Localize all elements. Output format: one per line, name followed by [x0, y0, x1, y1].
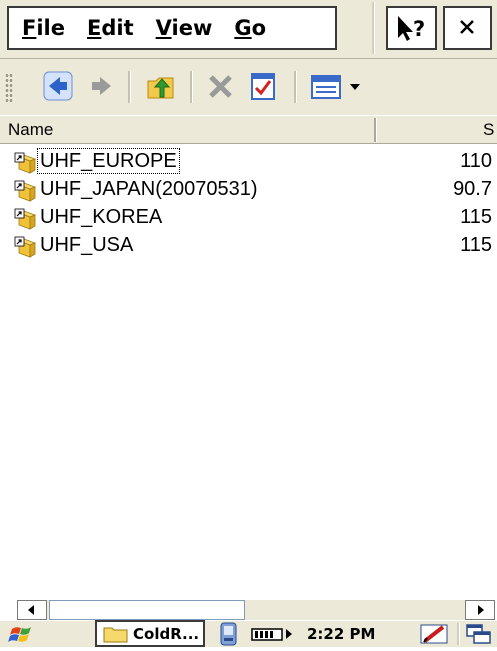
- menu-separator: [372, 2, 375, 54]
- menu-bar: File Edit View Go ?: [0, 0, 497, 59]
- taskbar: ColdR... 2:22 PM: [0, 620, 497, 647]
- device-tray-button[interactable]: [215, 621, 243, 647]
- input-panel-button[interactable]: [417, 621, 453, 647]
- file-name: UHF_KOREA: [40, 206, 163, 228]
- column-divider[interactable]: [374, 118, 377, 142]
- file-list: UHF_EUROPE 110 UHF_JAPAN(20070531) 90.7 …: [0, 144, 497, 599]
- arrow-right-icon: [478, 605, 484, 615]
- close-button[interactable]: [443, 6, 492, 50]
- taskbar-separator: [457, 623, 460, 645]
- toolbar-separator: [294, 71, 297, 103]
- folder-up-button[interactable]: [140, 67, 182, 105]
- battery-tray-button[interactable]: [250, 621, 305, 647]
- list-item[interactable]: UHF_JAPAN(20070531) 90.7: [0, 175, 497, 203]
- scroll-right-button[interactable]: [465, 600, 495, 620]
- menu-box: File Edit View Go: [7, 6, 337, 50]
- menu-file[interactable]: File: [22, 16, 65, 40]
- delete-icon: [209, 75, 232, 98]
- column-header-size[interactable]: S: [483, 120, 494, 140]
- file-name: UHF_JAPAN(20070531): [40, 178, 258, 200]
- shortcut-folder-icon: [14, 208, 37, 230]
- task-button[interactable]: ColdR...: [95, 620, 205, 647]
- menu-edit[interactable]: Edit: [87, 16, 134, 40]
- task-label: ColdR...: [133, 625, 200, 643]
- scroll-left-button[interactable]: [17, 600, 47, 620]
- view-menu-button[interactable]: [306, 67, 366, 105]
- file-size: 115: [460, 206, 492, 228]
- shortcut-folder-icon: [14, 180, 37, 202]
- clock[interactable]: 2:22 PM: [307, 625, 375, 643]
- shortcut-folder-icon: [14, 152, 37, 174]
- horizontal-scrollbar[interactable]: [17, 599, 495, 620]
- toolbar-separator: [128, 71, 131, 103]
- scroll-thumb[interactable]: [49, 600, 245, 620]
- close-icon: [460, 20, 474, 34]
- start-button[interactable]: [4, 621, 44, 647]
- window-switch-icon: [466, 624, 491, 644]
- list-item[interactable]: UHF_KOREA 115: [0, 203, 497, 231]
- windows-flag-icon: [8, 627, 31, 642]
- file-size: 90.7: [453, 178, 492, 200]
- help-button[interactable]: ?: [386, 6, 437, 50]
- back-icon: [43, 71, 73, 101]
- menu-go[interactable]: Go: [234, 16, 266, 40]
- list-header: Name S: [0, 115, 497, 144]
- file-name: UHF_EUROPE: [37, 148, 180, 174]
- file-size: 115: [460, 234, 492, 256]
- view-menu-icon: [311, 75, 360, 99]
- toolbar-grip[interactable]: [5, 73, 13, 103]
- pen-input-icon: [420, 624, 448, 644]
- properties-icon: [251, 73, 275, 100]
- toolbar-separator: [190, 71, 193, 103]
- shortcut-folder-icon: [14, 236, 37, 258]
- properties-button[interactable]: [242, 67, 284, 105]
- arrow-left-icon: [28, 605, 34, 615]
- folder-up-icon: [147, 77, 174, 99]
- battery-icon: [251, 628, 292, 641]
- switch-windows-button[interactable]: [463, 621, 495, 647]
- folder-icon: [103, 627, 128, 643]
- menu-view[interactable]: View: [156, 16, 213, 40]
- file-name: UHF_USA: [40, 234, 134, 256]
- list-item[interactable]: UHF_USA 115: [0, 231, 497, 259]
- column-header-name[interactable]: Name: [8, 120, 53, 140]
- forward-button[interactable]: [80, 67, 122, 105]
- toolbar: [0, 59, 497, 115]
- list-item[interactable]: UHF_EUROPE 110: [0, 147, 497, 175]
- delete-button[interactable]: [200, 67, 242, 105]
- file-size: 110: [460, 150, 492, 172]
- svg-text:?: ?: [413, 17, 425, 41]
- back-button[interactable]: [38, 67, 80, 105]
- question-arrow-icon: ?: [398, 16, 425, 41]
- forward-icon: [92, 77, 111, 95]
- pda-icon: [220, 622, 237, 646]
